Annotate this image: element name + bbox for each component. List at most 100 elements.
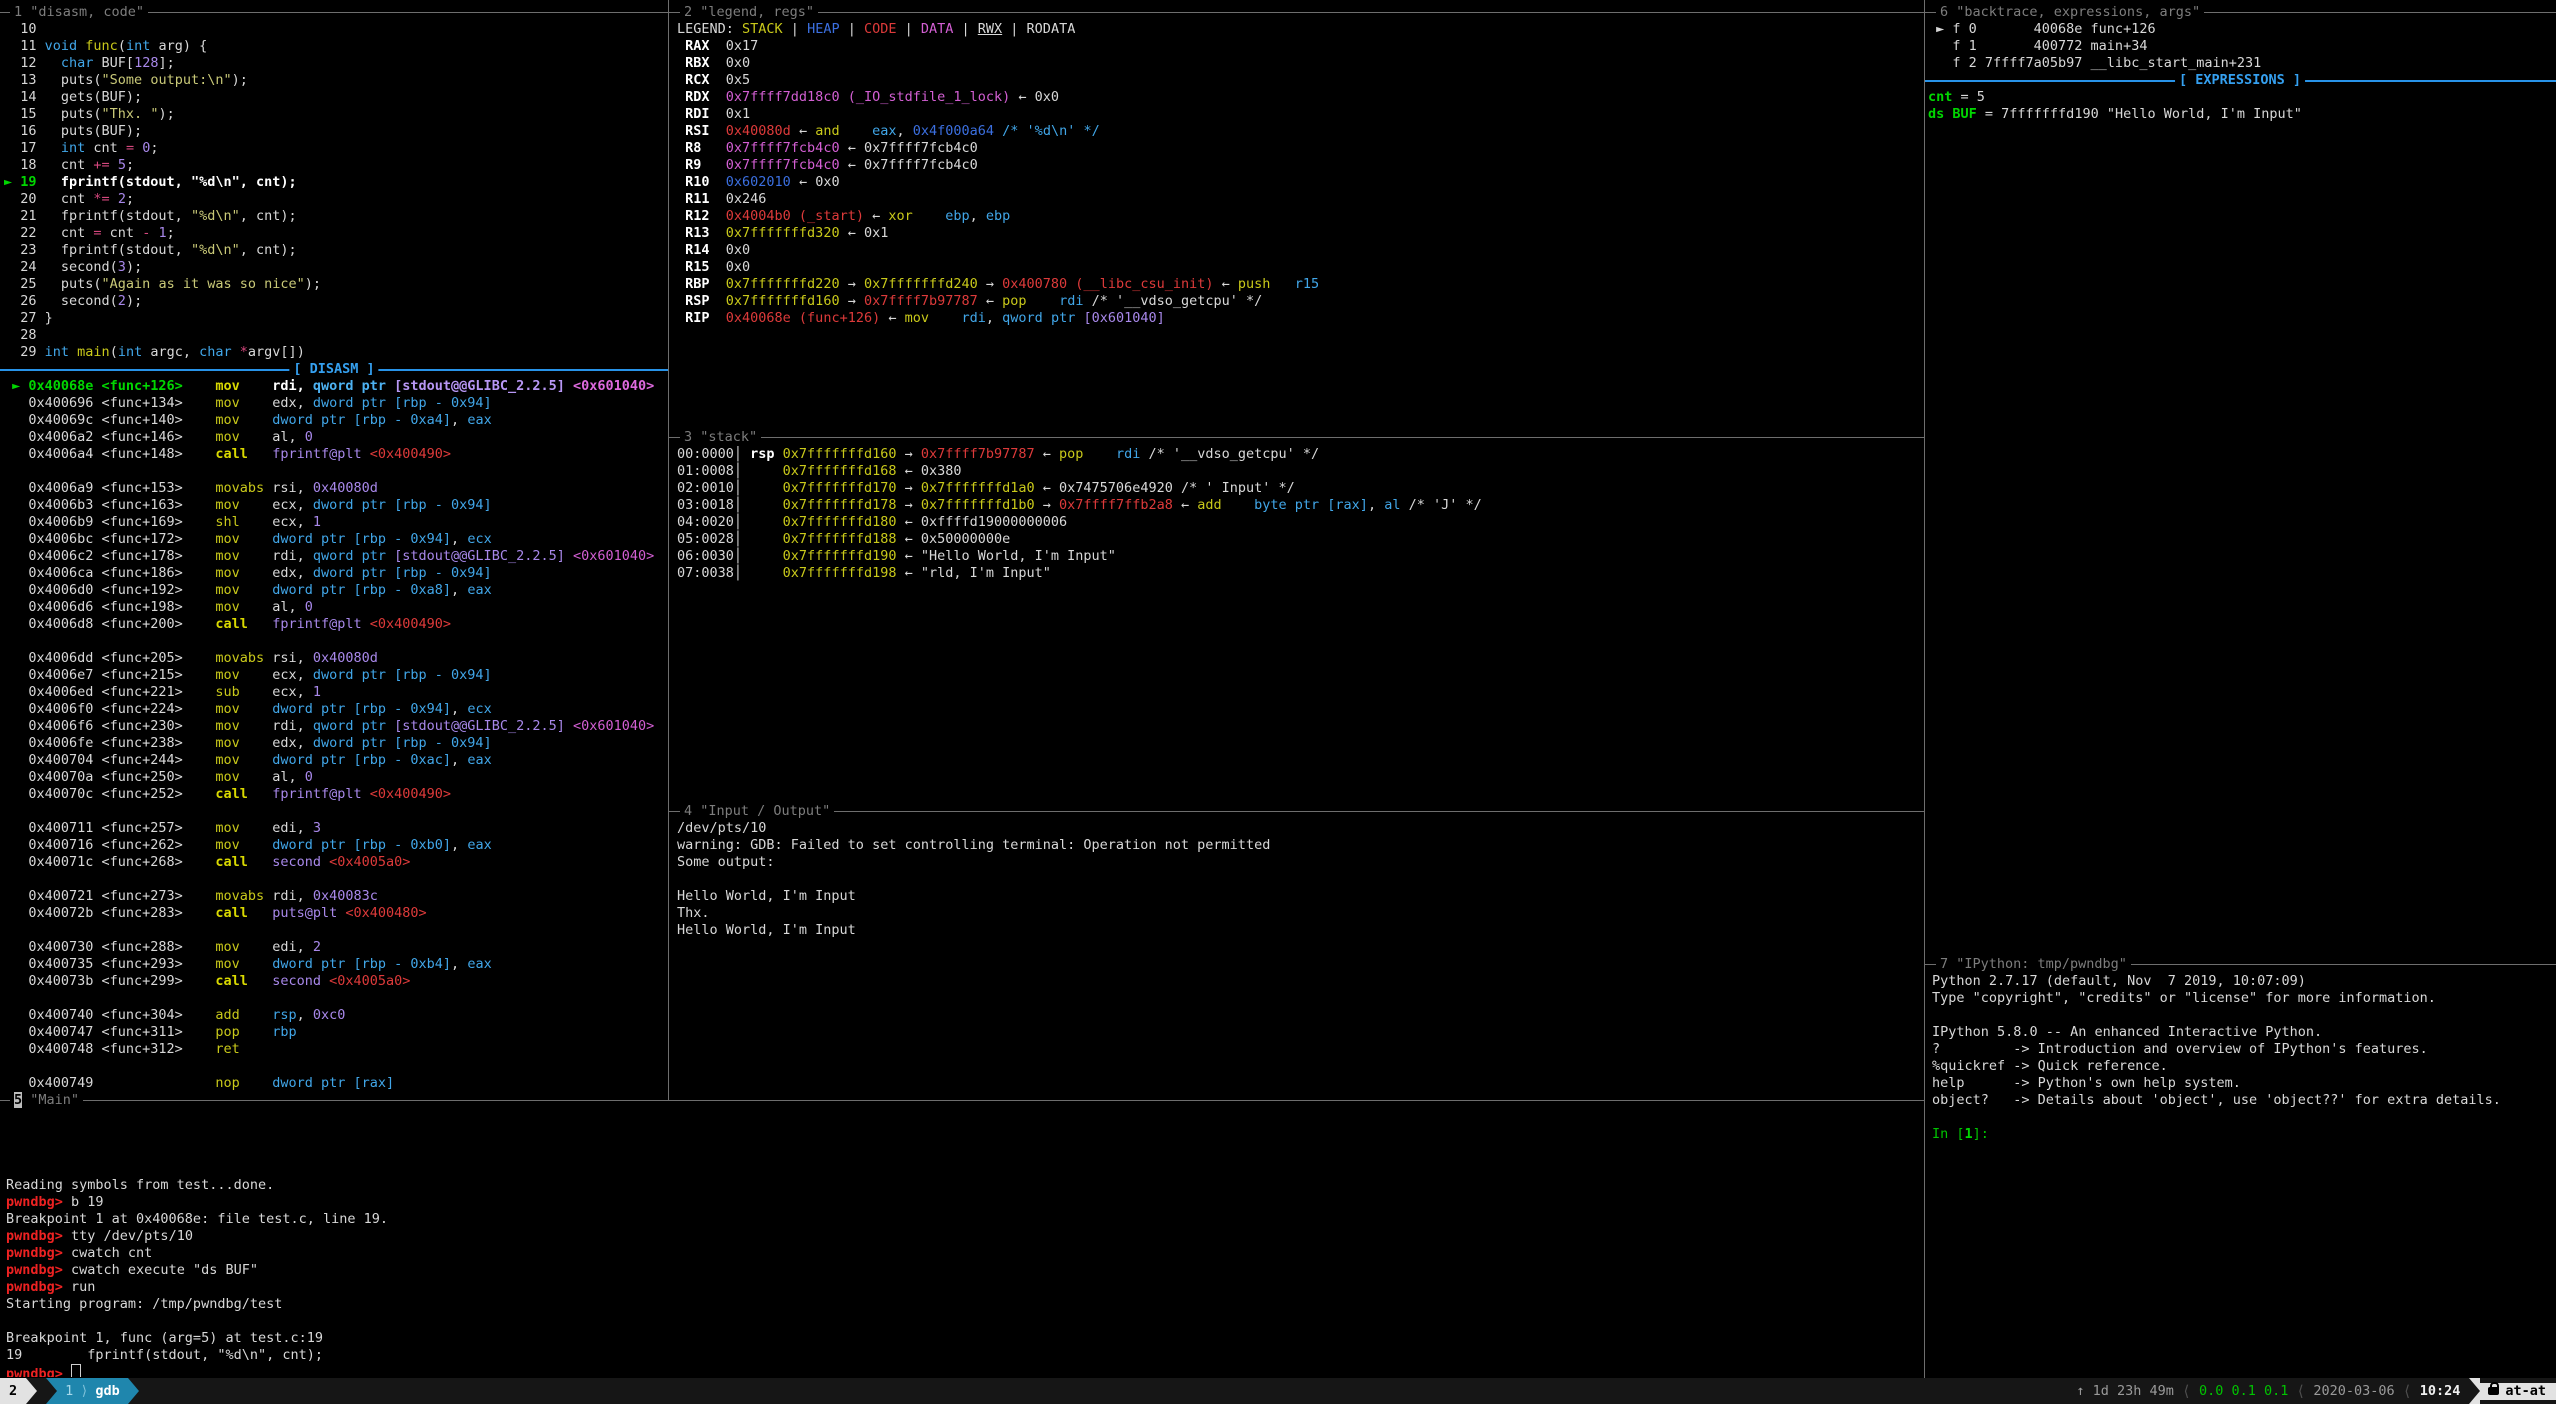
status-bar: 2 1⟩gdb ↑ 1d 23h 49m ⟨ 0.0 0.1 0.1 ⟨ 202…	[0, 1378, 2556, 1404]
border-pane5-top	[0, 1100, 1924, 1101]
terminal-line: 05:0028│ 0x7fffffffd188 ← 0x50000000e	[677, 531, 1917, 548]
pane-expressions[interactable]: cnt = 5ds BUF = 7fffffffd190 "Hello Worl…	[1928, 89, 2552, 949]
terminal-line	[4, 990, 664, 1007]
powerline-arrow-icon	[2469, 1378, 2480, 1404]
powerline-arrow-icon	[128, 1378, 139, 1404]
pane5-title: 5 "Main"	[10, 1092, 83, 1109]
terminal-line: 04:0020│ 0x7fffffffd180 ← 0xffffd1900000…	[677, 514, 1917, 531]
terminal-line: 0x40072b <func+283> call puts@plt <0x400…	[4, 905, 664, 922]
terminal-line: pwndbg> tty /dev/pts/10	[6, 1228, 1916, 1245]
terminal-line	[4, 633, 664, 650]
terminal-line: RCX 0x5	[677, 72, 1917, 89]
terminal-line: IPython 5.8.0 -- An enhanced Interactive…	[1932, 1024, 2552, 1041]
pane-ipython[interactable]: Python 2.7.17 (default, Nov 7 2019, 10:0…	[1932, 973, 2552, 1373]
terminal-line: R13 0x7fffffffd320 ← 0x1	[677, 225, 1917, 242]
terminal-line: pwndbg> cwatch cnt	[6, 1245, 1916, 1262]
terminal-line: 0x400747 <func+311> pop rbp	[4, 1024, 664, 1041]
pane-stack[interactable]: 00:0000│ rsp 0x7fffffffd160 → 0x7ffff7b9…	[677, 446, 1917, 806]
pane7-title: 7 "IPython: tmp/pwndbg"	[1936, 956, 2131, 973]
terminal-line: RDI 0x1	[677, 106, 1917, 123]
terminal-line: ► f 0 40068e func+126	[1928, 21, 2552, 38]
terminal-line: R15 0x0	[677, 259, 1917, 276]
pane-gdb-console[interactable]: Reading symbols from test...done.pwndbg>…	[6, 1177, 1916, 1377]
terminal-line: 00:0000│ rsp 0x7fffffffd160 → 0x7ffff7b9…	[677, 446, 1917, 463]
terminal-line: 0x4006c2 <func+178> mov rdi, qword ptr […	[4, 548, 664, 565]
terminal-line	[1932, 1007, 2552, 1024]
terminal-line: 0x4006b9 <func+169> shl ecx, 1	[4, 514, 664, 531]
terminal-line: Breakpoint 1 at 0x40068e: file test.c, l…	[6, 1211, 1916, 1228]
terminal-line: 14 gets(BUF);	[4, 89, 664, 106]
pane-registers[interactable]: LEGEND: STACK | HEAP | CODE | DATA | RWX…	[677, 21, 1917, 431]
terminal-line: pwndbg> b 19	[6, 1194, 1916, 1211]
window-separator-icon: ⟩	[73, 1383, 95, 1400]
terminal-line: pwndbg> cwatch execute "ds BUF"	[6, 1262, 1916, 1279]
terminal-line	[1932, 1109, 2552, 1126]
terminal-line: 21 fprintf(stdout, "%d\n", cnt);	[4, 208, 664, 225]
terminal-line: 22 cnt = cnt - 1;	[4, 225, 664, 242]
load-average: 0.0 0.1 0.1	[2199, 1383, 2288, 1400]
terminal-line: 07:0038│ 0x7fffffffd198 ← "rld, I'm Inpu…	[677, 565, 1917, 582]
terminal-line: Hello World, I'm Input	[677, 888, 1917, 905]
terminal-line: Thx.	[677, 905, 1917, 922]
terminal-line: 03:0018│ 0x7fffffffd178 → 0x7fffffffd1b0…	[677, 497, 1917, 514]
terminal-line: 0x4006fe <func+238> mov edx, dword ptr […	[4, 735, 664, 752]
terminal-line: pwndbg> run	[6, 1279, 1916, 1296]
pane6-title: 6 "backtrace, expressions, args"	[1936, 4, 2204, 21]
terminal-line: Some output:	[677, 854, 1917, 871]
terminal-line: R14 0x0	[677, 242, 1917, 259]
terminal-line: 28	[4, 327, 664, 344]
chevron-separator-icon: ⟨	[2174, 1383, 2199, 1400]
terminal-line: R8 0x7ffff7fcb4c0 ← 0x7ffff7fcb4c0	[677, 140, 1917, 157]
terminal-line: 18 cnt += 5;	[4, 157, 664, 174]
lock-icon	[2488, 1387, 2499, 1395]
terminal-line: 24 second(3);	[4, 259, 664, 276]
terminal-line: cnt = 5	[1928, 89, 2552, 106]
terminal-line: RDX 0x7ffff7dd18c0 (_IO_stdfile_1_lock) …	[677, 89, 1917, 106]
terminal-line: 10	[4, 21, 664, 38]
border-vertical-right	[1924, 0, 1925, 1378]
terminal-line: 0x400716 <func+262> mov dword ptr [rbp -…	[4, 837, 664, 854]
terminal-line: Type "copyright", "credits" or "license"…	[1932, 990, 2552, 1007]
uptime-value	[2085, 1383, 2093, 1400]
terminal-line: 0x4006ed <func+221> sub ecx, 1	[4, 684, 664, 701]
terminal-line: 0x400704 <func+244> mov dword ptr [rbp -…	[4, 752, 664, 769]
terminal-line	[6, 1313, 1916, 1330]
terminal-line: RSP 0x7fffffffd160 → 0x7ffff7b97787 ← po…	[677, 293, 1917, 310]
pane-program-io[interactable]: /dev/pts/10warning: GDB: Failed to set c…	[677, 820, 1917, 1095]
terminal-line	[4, 803, 664, 820]
status-time: 10:24	[2420, 1383, 2461, 1400]
border-vertical-left	[668, 0, 669, 1101]
terminal-line: 0x4006f6 <func+230> mov rdi, qword ptr […	[4, 718, 664, 735]
terminal-line: f 2 7ffff7a05b97 __libc_start_main+231	[1928, 55, 2552, 72]
terminal-line: Starting program: /tmp/pwndbg/test	[6, 1296, 1916, 1313]
terminal-line	[4, 463, 664, 480]
terminal-line: Hello World, I'm Input	[677, 922, 1917, 939]
tmux-session-badge[interactable]: 2	[0, 1378, 26, 1404]
terminal-line: 0x4006a4 <func+148> call fprintf@plt <0x…	[4, 446, 664, 463]
pane3-title: 3 "stack"	[680, 429, 761, 446]
status-date: 2020-03-06	[2313, 1383, 2394, 1400]
terminal-line: Python 2.7.17 (default, Nov 7 2019, 10:0…	[1932, 973, 2552, 990]
terminal-line: 0x40070a <func+250> mov al, 0	[4, 769, 664, 786]
terminal-line: ds BUF = 7fffffffd190 "Hello World, I'm …	[1928, 106, 2552, 123]
terminal-line: 15 puts("Thx. ");	[4, 106, 664, 123]
terminal-line: ► 0x40068e <func+126> mov rdi, qword ptr…	[4, 378, 664, 395]
terminal-line: Reading symbols from test...done.	[6, 1177, 1916, 1194]
terminal-line: RIP 0x40068e (func+126) ← mov rdi, qword…	[677, 310, 1917, 327]
terminal-line: warning: GDB: Failed to set controlling …	[677, 837, 1917, 854]
tmux-window-gdb[interactable]: 1⟩gdb	[57, 1378, 128, 1404]
terminal-line: 0x4006ca <func+186> mov edx, dword ptr […	[4, 565, 664, 582]
terminal-line: 0x4006d0 <func+192> mov dword ptr [rbp -…	[4, 582, 664, 599]
terminal-line: 0x4006d6 <func+198> mov al, 0	[4, 599, 664, 616]
terminal-line: /dev/pts/10	[677, 820, 1917, 837]
terminal-line: 0x400740 <func+304> add rsp, 0xc0	[4, 1007, 664, 1024]
terminal-line: RAX 0x17	[677, 38, 1917, 55]
pane-source-code[interactable]: 10 11 void func(int arg) { 12 char BUF[1…	[4, 21, 664, 361]
chevron-separator-icon: ⟨	[2395, 1383, 2420, 1400]
terminal-line: 0x400749 nop dword ptr [rax]	[4, 1075, 664, 1092]
terminal-line: 20 cnt *= 2;	[4, 191, 664, 208]
pane-disassembly[interactable]: ► 0x40068e <func+126> mov rdi, qword ptr…	[4, 378, 664, 1092]
terminal-line: 23 fprintf(stdout, "%d\n", cnt);	[4, 242, 664, 259]
hostname-badge: at-at	[2480, 1383, 2556, 1400]
terminal-line: 27 }	[4, 310, 664, 327]
